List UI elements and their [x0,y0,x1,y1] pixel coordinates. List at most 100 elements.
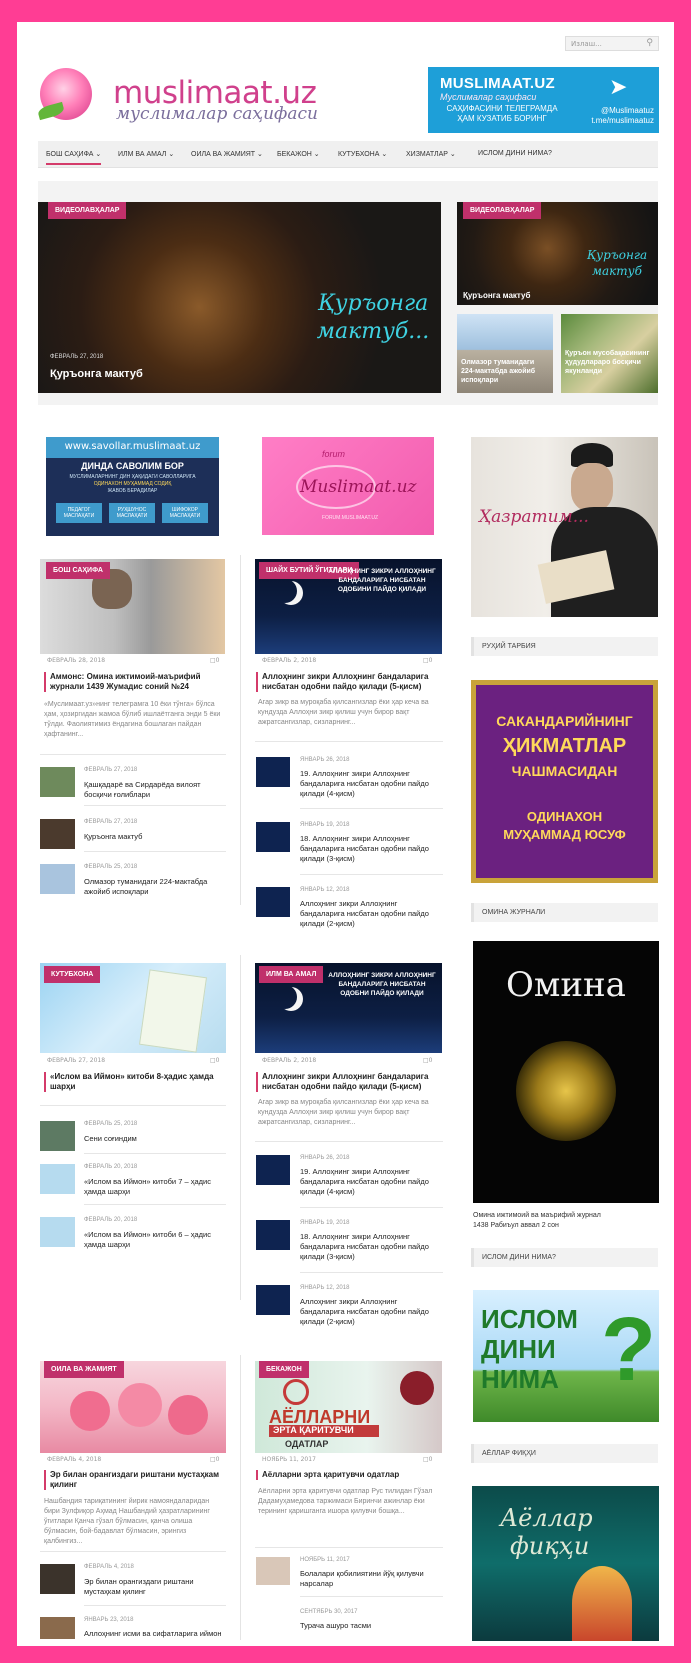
col2a-item-title[interactable]: Аллоҳнинг зикри Аллоҳнинг бандаларига ни… [300,899,442,929]
sakandariy-banner[interactable]: САКАНДАРИЙНИНГ ҲИКМАТЛАР ЧАШМАСИДАН ОДИН… [471,680,658,883]
search-icon[interactable]: ⚲ [646,38,653,48]
col1a-thumb[interactable]: БОШ САҲИФА [40,559,225,654]
omina-banner[interactable]: Омина [473,941,659,1203]
divider [300,808,443,809]
telegram-line2: ҲАМ КУЗАТИБ БОРИНГ [457,114,547,123]
col1a-excerpt: «Муслимаат.уз»нинг телеграмга 10 ёки тўн… [44,701,221,738]
col2b-item-title[interactable]: 19. Аллоҳнинг зикри Аллоҳнинг бандалариг… [300,1167,442,1197]
col1b-comments[interactable]: □0 [210,1057,220,1064]
hazrat-banner[interactable]: Ҳазратим... [471,437,658,617]
col1c-thumb[interactable]: ОИЛА ВА ЖАМИЯТ [40,1361,226,1453]
col2a-item-title[interactable]: 19. Аллоҳнинг зикри Аллоҳнинг бандалариг… [300,769,442,799]
col2c-item-date: НОЯБРЬ 11, 2017 [300,1557,350,1563]
col1a-comments[interactable]: □0 [210,657,220,664]
col1b-item-title[interactable]: Сени соғиндим [84,1134,224,1144]
nav-oila-va-jamiyat[interactable]: ОИЛА ВА ЖАМИЯТ ⌄ [191,150,263,158]
widget-fiqh-title: АЁЛЛАР ФИҚҲИ [471,1444,658,1463]
savollar-btn-pedagog[interactable]: ПЕДАГОГ МАСЛАҲАТИ [56,503,102,523]
col1a-item-title[interactable]: Қашқадарё ва Сирдарёда вилоят босқичи ғо… [84,780,224,800]
nav-xizmatlar[interactable]: ХИЗМАТЛАР ⌄ [406,150,456,158]
nav-ilm-va-amal[interactable]: ИЛМ ВА АМАЛ ⌄ [118,150,174,158]
col1b-item-thumb[interactable] [40,1217,75,1247]
col1a-item-thumb[interactable] [40,767,75,797]
col1a-item-thumb[interactable] [40,864,75,894]
col2b-item-thumb[interactable] [256,1155,290,1185]
forum-banner[interactable]: forum Muslimaat.uz FORUM.MUSLIMAAT.UZ [262,437,434,535]
col2b-tag[interactable]: ИЛМ ВА АМАЛ [259,966,324,983]
islom-banner[interactable]: ИСЛОМ ДИНИ НИМА ? [473,1290,659,1422]
sak-line1: САКАНДАРИЙНИНГ [496,713,633,729]
savollar-btn-shifokor[interactable]: ШИФОКОР МАСЛАҲАТИ [162,503,208,523]
col1b-item-title[interactable]: «Ислом ва Иймон» китоби 6 – ҳадис ҳамда … [84,1230,224,1250]
col2b-item-thumb[interactable] [256,1285,290,1315]
col2a-item-thumb[interactable] [256,822,290,852]
fiqh-banner[interactable]: Аёллар фиқҳи [472,1486,659,1641]
nav-kutubxona[interactable]: КУТУБХОНА ⌄ [338,150,387,158]
col1b-item-title[interactable]: «Ислом ва Иймон» китоби 7 – ҳадис ҳамда … [84,1177,224,1197]
nav-islom-dini-nima[interactable]: ИСЛОМ ДИНИ НИМА? [478,150,552,157]
col2b-item-title[interactable]: Аллоҳнинг зикри Аллоҳнинг бандаларига ни… [300,1297,442,1327]
col1c-tag[interactable]: ОИЛА ВА ЖАМИЯТ [44,1361,124,1378]
col1c-item-thumb[interactable] [40,1564,75,1594]
col2c-title[interactable]: Аёлларни эрта қаритувчи одатлар [256,1470,442,1480]
crescent-icon [273,579,297,603]
col2a-item-thumb[interactable] [256,757,290,787]
col1b-item-thumb[interactable] [40,1164,75,1194]
col1c-item-thumb[interactable] [40,1617,75,1639]
featured-main[interactable]: ВИДЕОЛАВҲАЛАР Қуръонга мактуб... ФЕВРАЛЬ… [38,202,441,393]
featured-side2-title[interactable]: Олмазор туманидаги 224-мактабда ажойиб и… [461,358,549,385]
col2a-comments[interactable]: □0 [423,657,433,664]
col1c-item-title[interactable]: Эр билан орангиздаги риштани мустаҳкам қ… [84,1577,224,1597]
col1a-tag[interactable]: БОШ САҲИФА [46,562,110,579]
col1a-item-date: ФЕВРАЛЬ 27, 2018 [84,819,138,825]
nav-home[interactable]: БОШ САҲИФА ⌄ [46,150,102,165]
col2a-item-title[interactable]: 18. Аллоҳнинг зикри Аллоҳнинг бандалариг… [300,834,442,864]
featured-side1-title[interactable]: Қуръонга мактуб [463,290,530,301]
col2a-item-thumb[interactable] [256,887,290,917]
col2c-comments[interactable]: □0 [423,1456,433,1463]
col2a-title[interactable]: Аллоҳнинг зикри Аллоҳнинг бандаларига ни… [256,672,442,692]
col1b-tag[interactable]: КУТУБХОНА [44,966,101,983]
col1c-comments[interactable]: □0 [210,1456,220,1463]
featured-side1[interactable]: ВИДЕОЛАВҲАЛАР Қуръонга мактуб Қуръонга м… [457,202,658,305]
featured-main-title[interactable]: Қуръонга мактуб [50,368,143,380]
col2b-comments[interactable]: □0 [423,1057,433,1064]
telegram-banner[interactable]: MUSLIMAAT.UZ Муслималар саҳифаси САҲИФАС… [428,67,659,133]
col2b-title[interactable]: Аллоҳнинг зикри Аллоҳнинг бандаларига ни… [256,1072,442,1092]
sak-line2: ҲИКМАТЛАР [502,735,627,757]
featured-side3-title[interactable]: Қуръон мусобақасининг ҳудудлараро босқич… [565,349,655,376]
col2c-thumb[interactable]: БЕКАЖОН АЁЛЛАРНИ ЭРТА ҚАРИТУВЧИ ОДАТЛАР [255,1361,442,1453]
featured-main-tag[interactable]: ВИДЕОЛАВҲАЛАР [48,202,127,219]
featured-side2[interactable]: Олмазор туманидаги 224-мактабда ажойиб и… [457,314,553,393]
col1c-title[interactable]: Эр билан орангиздаги риштани мустаҳкам қ… [44,1470,226,1490]
divider [84,1204,226,1205]
col2c-art3: ОДАТЛАР [285,1439,329,1449]
sak-line4: ОДИНАХОН [526,809,603,824]
col2a-item-date: ЯНВАРЬ 19, 2018 [300,822,350,828]
col1c-item-title[interactable]: Аллоҳнинг исми ва сифатларига иймон [84,1629,224,1639]
col1b-item-thumb[interactable] [40,1121,75,1151]
forum-top: forum [322,449,346,459]
savollar-btn-ruhshunos[interactable]: РУҲШУНОС МАСЛАҲАТИ [109,503,155,523]
col2a-comment-count: 0 [428,657,433,664]
featured-side3[interactable]: Қуръон мусобақасининг ҳудудлараро босқич… [561,314,658,393]
col2b-item-title[interactable]: 18. Аллоҳнинг зикри Аллоҳнинг бандалариг… [300,1232,442,1262]
col2a-thumb[interactable]: ШАЙХ БУТИЙ ЎГИТЛАРИ АЛЛОҲНИНГ ЗИКРИ АЛЛО… [255,559,442,654]
col1a-item-thumb[interactable] [40,819,75,849]
savollar-banner[interactable]: www.savollar.muslimaat.uz ДИНДА САВОЛИМ … [46,437,219,536]
col1a-item-title[interactable]: Қуръонга мактуб [84,832,224,842]
col2c-item-title[interactable]: Болалари қобилиятини йўқ қилувчи нарсала… [300,1569,442,1589]
search-input[interactable]: Излаш... ⚲ [565,36,659,51]
nav-bekajon[interactable]: БЕКАЖОН ⌄ [277,150,320,158]
col1c-item-date: ФЕВРАЛЬ 4, 2018 [84,1564,134,1570]
col2b-thumb[interactable]: ИЛМ ВА АМАЛ АЛЛОҲНИНГ ЗИКРИ АЛЛОҲНИНГ БА… [255,963,442,1053]
col1a-title[interactable]: Аммонс: Омина ижтимоий-маърифий журнали … [44,672,224,692]
col1b-thumb[interactable]: КУТУБХОНА [40,963,226,1053]
col2c-tag[interactable]: БЕКАЖОН [259,1361,309,1378]
featured-side1-tag[interactable]: ВИДЕОЛАВҲАЛАР [463,202,542,219]
col1a-item-title[interactable]: Олмазор туманидаги 224-мактабда ажойиб и… [84,877,224,897]
col2b-item-thumb[interactable] [256,1220,290,1250]
col1b-title[interactable]: «Ислом ва Иймон» китоби 8-ҳадис ҳамда ша… [44,1072,226,1092]
col2c-item-title[interactable]: Турача ашуро тасми [300,1621,442,1631]
col2c-item-thumb[interactable] [256,1557,290,1585]
